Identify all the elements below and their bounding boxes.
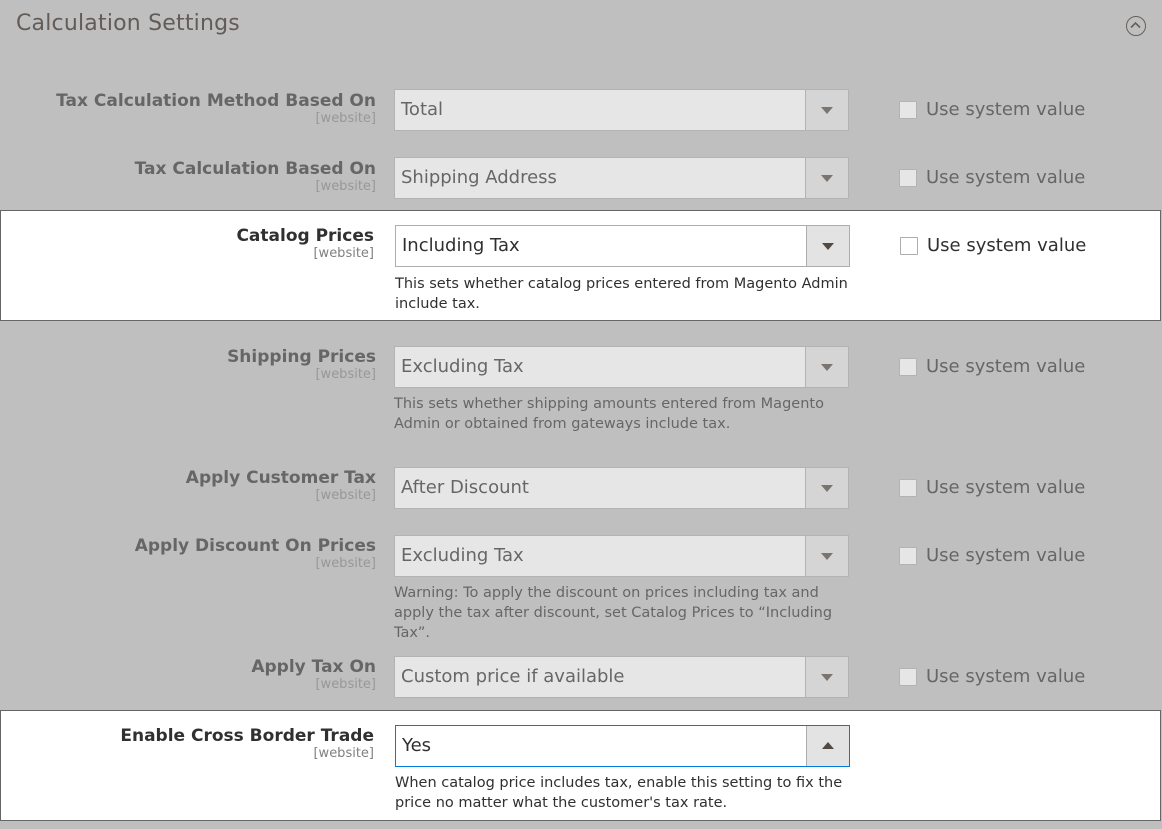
setting-row-apply-tax-on: Apply Tax On [website] Custom price if a… (0, 647, 1162, 707)
select-value: Excluding Tax (401, 545, 524, 566)
select-value: Shipping Address (401, 167, 557, 188)
field-note: When catalog price includes tax, enable … (395, 775, 843, 811)
use-system-value-label: Use system value (926, 666, 1086, 687)
use-system-value-label: Use system value (926, 356, 1086, 377)
enable-cross-border-trade-select[interactable]: Yes (395, 725, 850, 767)
use-system-value-label: Use system value (926, 99, 1086, 120)
scope-label: [website] (313, 746, 374, 761)
use-system-value-label: Use system value (926, 545, 1086, 566)
setting-row-shipping-prices: Shipping Prices [website] Excluding Tax … (0, 337, 1162, 447)
select-value: Excluding Tax (401, 356, 524, 377)
caret-down-icon (821, 175, 833, 182)
apply-customer-tax-select[interactable]: After Discount (394, 467, 849, 509)
setting-row-tax-calculation-based-on: Tax Calculation Based On [website] Shipp… (0, 148, 1162, 208)
field-label: Shipping Prices (227, 347, 376, 367)
scope-label: [website] (315, 677, 376, 692)
dropdown-toggle[interactable] (805, 347, 848, 387)
use-system-value-checkbox[interactable] (899, 168, 917, 187)
select-value: Total (401, 99, 444, 120)
use-system-value-label: Use system value (926, 167, 1086, 188)
use-system-value[interactable]: Use system value (899, 99, 1085, 120)
chevron-up-icon (1130, 21, 1141, 29)
tax-calculation-based-on-select[interactable]: Shipping Address (394, 157, 849, 199)
apply-tax-on-select[interactable]: Custom price if available (394, 656, 849, 698)
apply-discount-on-prices-select[interactable]: Excluding Tax (394, 535, 849, 577)
dropdown-toggle[interactable] (805, 657, 848, 697)
caret-down-icon (821, 674, 833, 681)
use-system-value-checkbox[interactable] (899, 357, 917, 376)
field-note: This sets whether shipping amounts enter… (394, 396, 824, 432)
use-system-value-checkbox[interactable] (899, 546, 917, 565)
field-label: Apply Customer Tax (185, 468, 376, 488)
use-system-value[interactable]: Use system value (899, 356, 1085, 377)
section-title: Calculation Settings (16, 11, 240, 36)
field-label: Catalog Prices (236, 226, 374, 246)
field-note: This sets whether catalog prices entered… (395, 276, 848, 312)
setting-row-tax-calculation-method: Tax Calculation Method Based On [website… (0, 80, 1162, 144)
field-label: Tax Calculation Method Based On (56, 91, 376, 111)
use-system-value-label: Use system value (927, 235, 1087, 256)
use-system-value[interactable]: Use system value (899, 666, 1085, 687)
select-value: Custom price if available (401, 666, 625, 687)
dropdown-toggle[interactable] (805, 468, 848, 508)
caret-down-icon (821, 107, 833, 114)
scope-label: [website] (315, 179, 376, 194)
field-label: Apply Discount On Prices (134, 536, 376, 556)
use-system-value[interactable]: Use system value (899, 545, 1085, 566)
setting-row-apply-customer-tax: Apply Customer Tax [website] After Disco… (0, 458, 1162, 518)
field-label: Tax Calculation Based On (134, 159, 376, 179)
use-system-value[interactable]: Use system value (900, 235, 1086, 256)
field-label: Apply Tax On (251, 657, 376, 677)
caret-down-icon (821, 553, 833, 560)
scope-label: [website] (315, 488, 376, 503)
collapse-section-button[interactable] (1126, 16, 1146, 36)
dropdown-toggle[interactable] (806, 226, 849, 266)
tax-calculation-method-select[interactable]: Total (394, 89, 849, 131)
setting-row-enable-cross-border-trade: Enable Cross Border Trade [website] Yes … (0, 710, 1161, 821)
select-value: Including Tax (402, 235, 520, 256)
setting-row-apply-discount-on-prices: Apply Discount On Prices [website] Exclu… (0, 526, 1162, 641)
select-value: After Discount (401, 477, 529, 498)
field-label: Enable Cross Border Trade (120, 726, 374, 746)
field-note: Warning: To apply the discount on prices… (394, 585, 833, 641)
use-system-value-checkbox[interactable] (899, 478, 917, 497)
dropdown-toggle[interactable] (805, 536, 848, 576)
use-system-value-checkbox[interactable] (899, 100, 917, 119)
catalog-prices-select[interactable]: Including Tax (395, 225, 850, 267)
caret-down-icon (822, 243, 834, 250)
scope-label: [website] (315, 367, 376, 382)
scope-label: [website] (313, 246, 374, 261)
use-system-value[interactable]: Use system value (899, 477, 1085, 498)
caret-down-icon (821, 364, 833, 371)
shipping-prices-select[interactable]: Excluding Tax (394, 346, 849, 388)
use-system-value-checkbox[interactable] (900, 236, 918, 255)
dropdown-toggle[interactable] (805, 90, 848, 130)
caret-up-icon (822, 742, 834, 749)
setting-row-catalog-prices: Catalog Prices [website] Including Tax T… (0, 210, 1161, 321)
use-system-value-checkbox[interactable] (899, 667, 917, 686)
dropdown-toggle[interactable] (805, 158, 848, 198)
dropdown-toggle[interactable] (806, 726, 849, 766)
scope-label: [website] (315, 556, 376, 571)
caret-down-icon (821, 485, 833, 492)
scope-label: [website] (315, 111, 376, 126)
use-system-value[interactable]: Use system value (899, 167, 1085, 188)
use-system-value-label: Use system value (926, 477, 1086, 498)
select-value: Yes (402, 735, 432, 756)
